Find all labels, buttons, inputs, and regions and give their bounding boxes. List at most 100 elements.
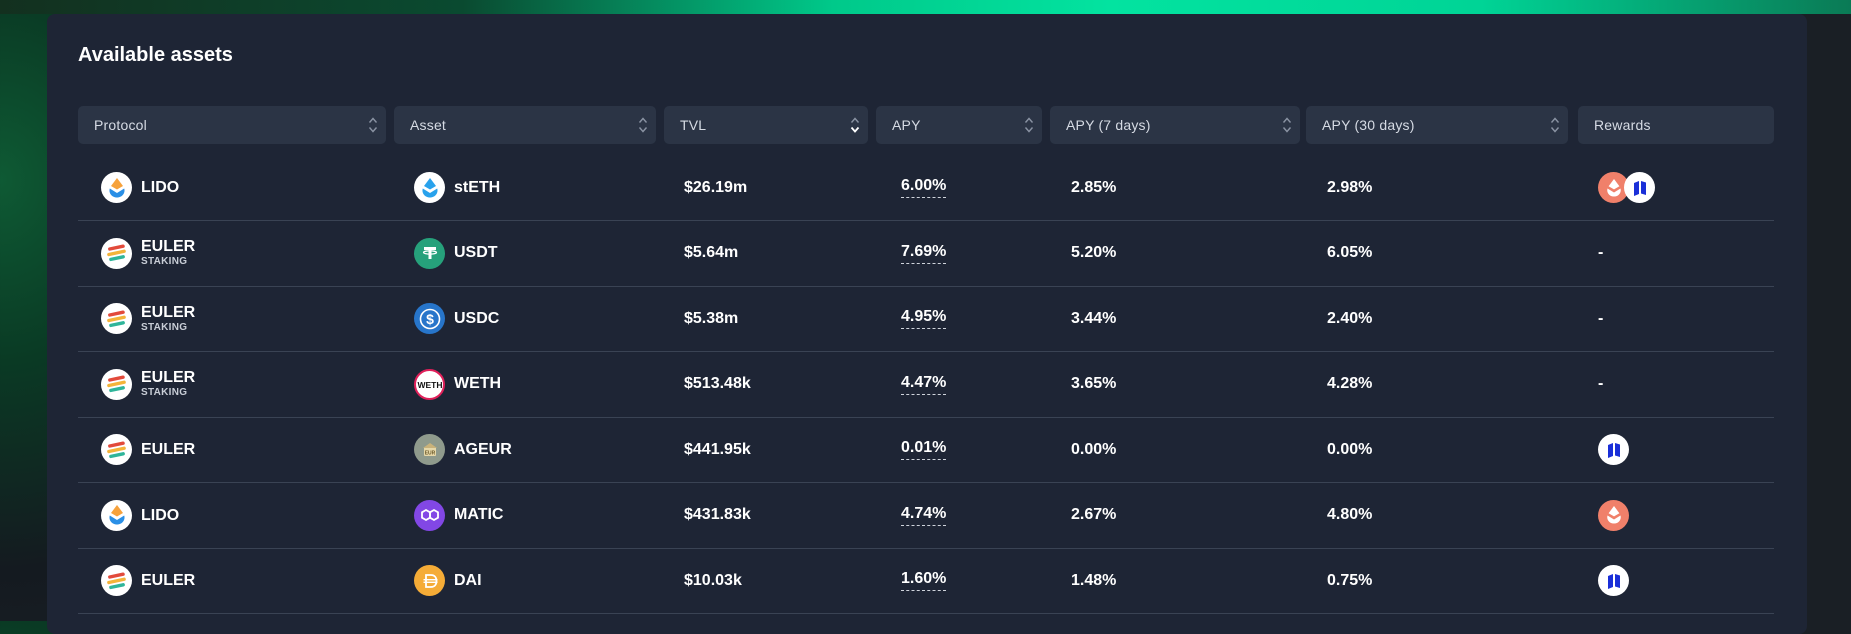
sort-icon[interactable]	[1550, 116, 1560, 134]
euler-reward-icon[interactable]	[1624, 172, 1655, 203]
column-header-tvl[interactable]: TVL	[664, 106, 868, 144]
tvl-value: $10.03k	[684, 571, 742, 589]
column-header-asset[interactable]: Asset	[394, 106, 656, 144]
protocol-name: LIDO	[141, 179, 180, 196]
column-header-label: Asset	[410, 117, 447, 133]
euler-icon	[101, 434, 132, 465]
protocol-name: EULER	[141, 369, 196, 386]
protocol-name: EULER	[141, 238, 196, 255]
asset-cell: EUR AGEUR	[414, 417, 512, 482]
euler-reward-icon[interactable]	[1598, 565, 1629, 596]
sort-icon[interactable]	[638, 116, 648, 134]
usdc-icon: $	[414, 303, 445, 334]
apy-7d-cell: 2.85%	[1071, 155, 1116, 220]
asset-cell: WETH WETH	[414, 352, 501, 417]
dai-icon	[414, 565, 445, 596]
lido-reward-icon[interactable]	[1598, 499, 1629, 531]
steth-icon	[414, 172, 445, 203]
apy-7d-cell: 3.65%	[1071, 352, 1116, 417]
rewards-cell	[1598, 483, 1629, 548]
asset-name: stETH	[454, 178, 501, 196]
svg-text:WETH: WETH	[417, 380, 442, 390]
asset-name: WETH	[454, 375, 502, 392]
apy-30d-cell: 0.75%	[1327, 548, 1372, 613]
apy-value[interactable]: 4.47%	[901, 374, 947, 395]
table-row[interactable]: LIDO stETH $26.19m 6.00% 2.85% 2.98%	[78, 155, 1774, 221]
sort-descending-icon[interactable]	[850, 116, 860, 134]
column-header-label: Protocol	[94, 117, 147, 133]
apy-7d-value: 3.44%	[1071, 309, 1117, 327]
apy-cell: 4.47%	[901, 352, 947, 417]
rewards-cell: -	[1598, 286, 1603, 351]
column-header-apy-7-days[interactable]: APY (7 days)	[1050, 106, 1300, 144]
rewards-cell	[1598, 548, 1629, 613]
column-header-protocol[interactable]: Protocol	[78, 106, 386, 144]
apy-value[interactable]: 4.74%	[901, 505, 947, 526]
no-rewards-dash: -	[1598, 309, 1604, 327]
tvl-cell: $26.19m	[684, 155, 747, 220]
column-header-label: APY	[892, 117, 921, 133]
table-row[interactable]: LIDO MATIC $431.83k 4.74% 2.67% 4.80%	[78, 483, 1774, 549]
apy-30d-value: 2.40%	[1327, 309, 1373, 327]
sort-icon[interactable]	[368, 116, 378, 134]
asset-name: USDT	[454, 244, 498, 261]
rewards-cell: -	[1598, 221, 1603, 286]
protocol-cell: LIDO	[101, 483, 179, 548]
lido-icon	[101, 172, 132, 203]
protocol-cell: EULER STAKING	[101, 286, 195, 351]
weth-icon: WETH	[414, 368, 445, 400]
column-header-label: APY (30 days)	[1322, 117, 1415, 133]
tvl-cell: $10.03k	[684, 548, 742, 613]
apy-cell: 6.00%	[901, 155, 947, 220]
protocol-name: EULER	[141, 441, 196, 458]
apy-7d-cell: 0.00%	[1071, 417, 1116, 482]
ageur-icon: EUR	[414, 434, 445, 465]
column-header-apy[interactable]: APY	[876, 106, 1042, 144]
euler-icon	[101, 368, 132, 400]
euler-icon	[101, 303, 132, 334]
usdt-icon	[414, 237, 445, 269]
asset-name: USDC	[454, 309, 500, 327]
protocol-cell: LIDO	[101, 155, 179, 220]
column-header-rewards: Rewards	[1578, 106, 1774, 144]
column-header-label: APY (7 days)	[1066, 117, 1151, 133]
apy-value[interactable]: 7.69%	[901, 243, 947, 264]
apy-30d-cell: 6.05%	[1327, 221, 1372, 286]
asset-name: DAI	[454, 571, 482, 589]
apy-30d-cell: 2.98%	[1327, 155, 1372, 220]
apy-value[interactable]: 0.01%	[901, 439, 947, 460]
protocol-cell: EULER	[101, 548, 195, 613]
apy-7d-value: 2.67%	[1071, 506, 1117, 523]
column-header-label: Rewards	[1594, 117, 1651, 133]
column-header-label: TVL	[680, 117, 707, 133]
table-row[interactable]: EULER EUR AGEUR $441.95k 0.01% 0.00% 0.00%	[78, 417, 1774, 483]
apy-30d-value: 6.05%	[1327, 244, 1373, 261]
table-row[interactable]: EULER STAKING USDT $5.64m 7.69% 5.20% 6.05% -	[78, 221, 1774, 287]
asset-cell: USDT	[414, 221, 498, 286]
tvl-value: $5.38m	[684, 309, 739, 327]
apy-7d-value: 0.00%	[1071, 440, 1117, 458]
sort-icon[interactable]	[1282, 116, 1292, 134]
matic-icon	[414, 499, 445, 531]
svg-text:EUR: EUR	[424, 450, 435, 456]
apy-30d-value: 4.28%	[1327, 375, 1373, 392]
apy-value[interactable]: 1.60%	[901, 570, 947, 591]
apy-7d-cell: 2.67%	[1071, 483, 1116, 548]
table-row[interactable]: EULER STAKING WETH WETH $513.48k 4.47% 3.65% 4.…	[78, 352, 1774, 418]
apy-30d-cell: 2.40%	[1327, 286, 1372, 351]
tvl-value: $26.19m	[684, 178, 748, 196]
apy-30d-cell: 4.28%	[1327, 352, 1372, 417]
apy-30d-value: 2.98%	[1327, 178, 1373, 196]
protocol-subtitle: STAKING	[141, 256, 188, 267]
apy-cell: 7.69%	[901, 221, 947, 286]
top-accent-glow	[0, 0, 1851, 14]
apy-value[interactable]: 4.95%	[901, 308, 947, 329]
apy-value[interactable]: 6.00%	[901, 177, 947, 198]
sort-icon[interactable]	[1024, 116, 1034, 134]
column-header-apy-30-days[interactable]: APY (30 days)	[1306, 106, 1568, 144]
euler-reward-icon[interactable]	[1598, 434, 1629, 465]
asset-name: AGEUR	[454, 440, 512, 458]
table-row[interactable]: EULER DAI $10.03k 1.60% 1.48% 0.75%	[78, 548, 1774, 614]
protocol-name: LIDO	[141, 506, 180, 524]
table-row[interactable]: EULER STAKING $ USDC $5.38m 4.95% 3.44% 2.40% -	[78, 286, 1774, 352]
